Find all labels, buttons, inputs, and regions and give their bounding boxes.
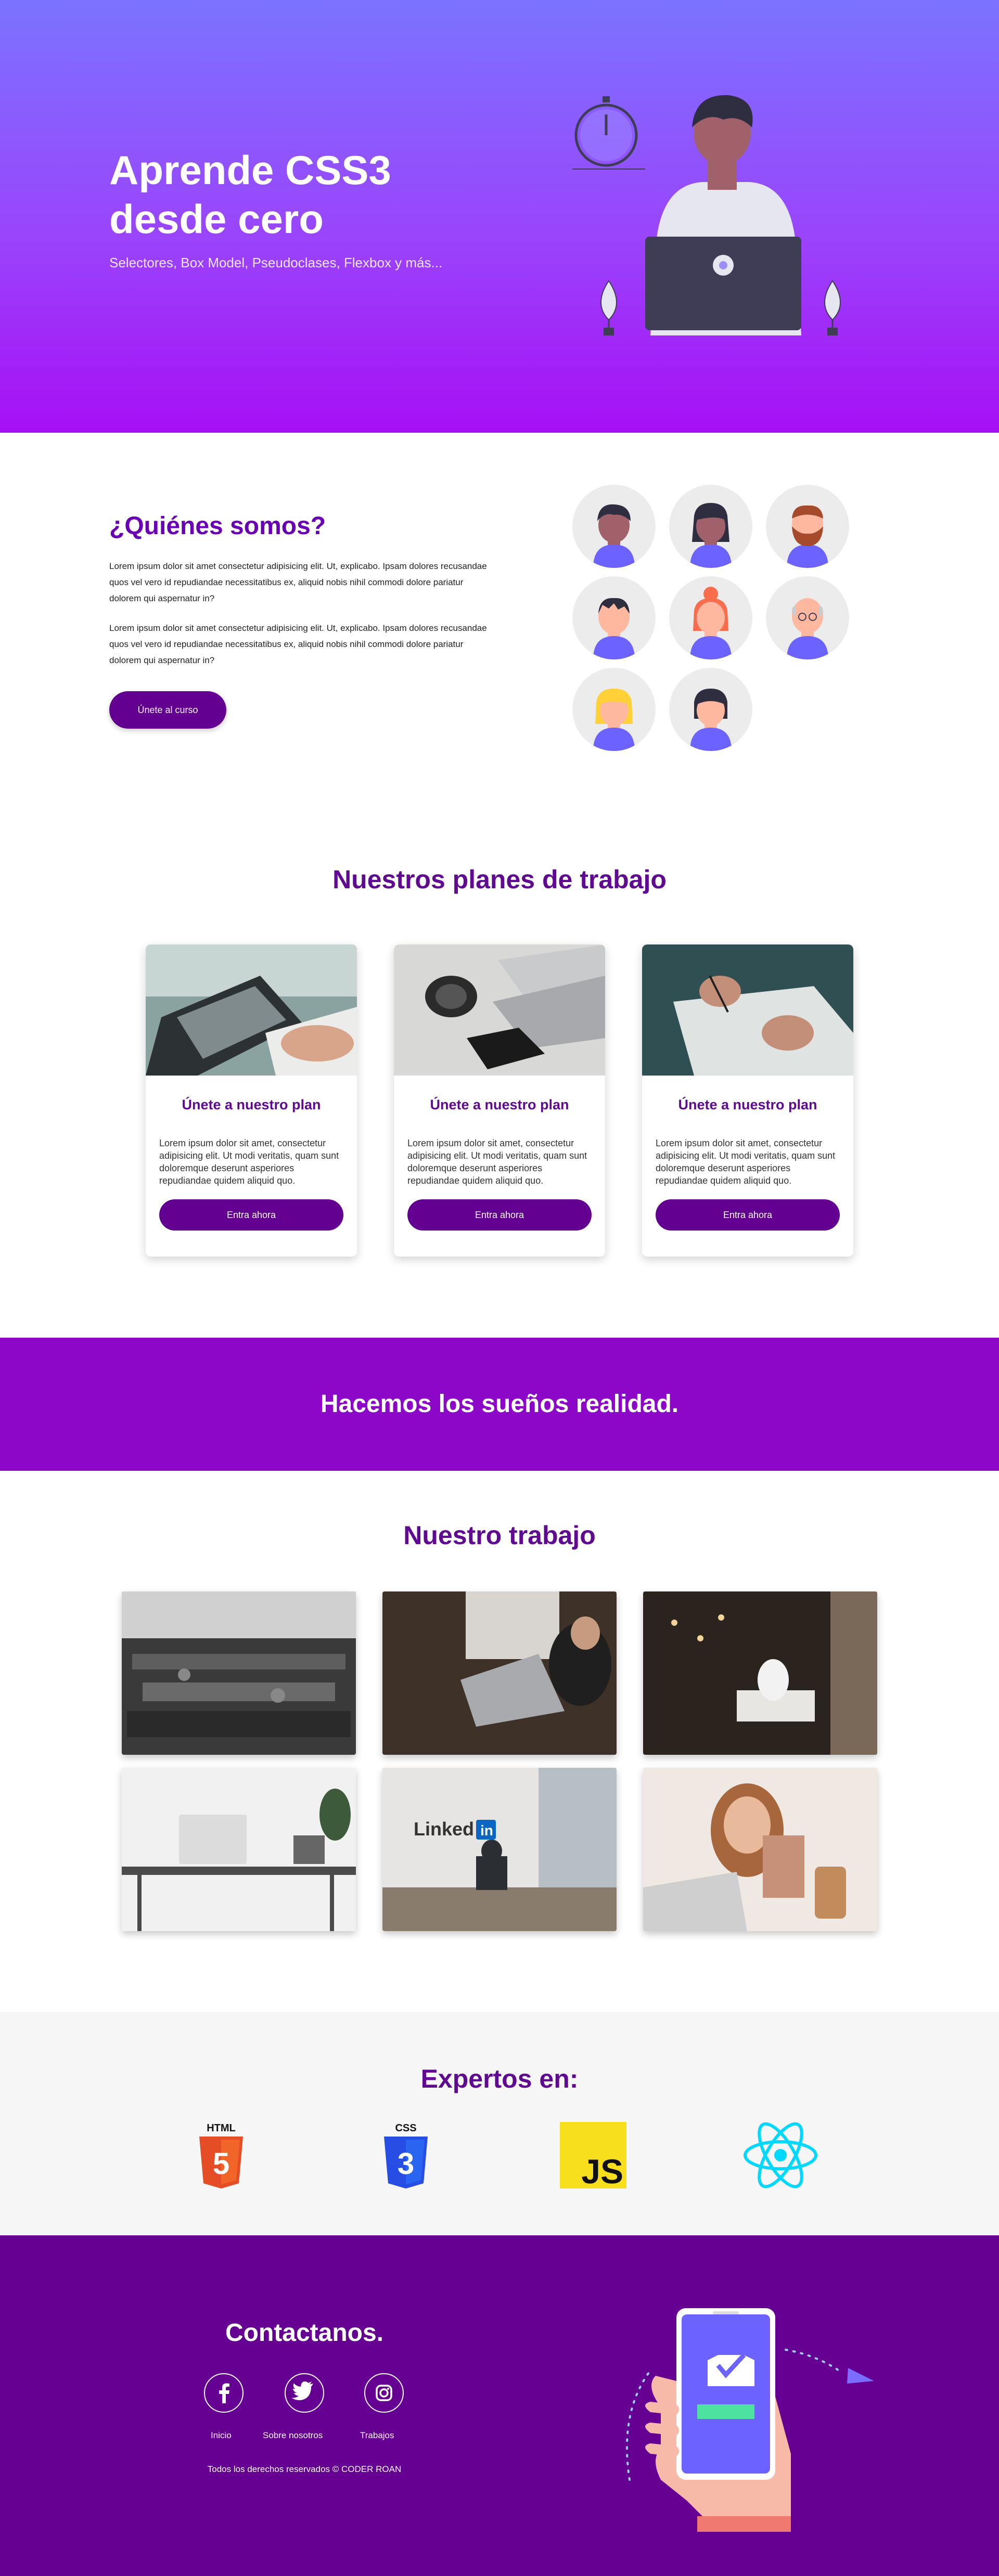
plan-card: Únete a nuestro plan Lorem ipsum dolor s… [394,944,605,1257]
hero-section: Aprende CSS3 desde cero Selectores, Box … [0,0,999,433]
plan-image-desk-laptop [394,944,605,1076]
plan-card: Únete a nuestro plan Lorem ipsum dolor s… [146,944,357,1257]
hero-subtitle: Selectores, Box Model, Pseudoclases, Fle… [109,255,443,270]
gallery-image-desk [122,1768,356,1931]
avatar [766,485,849,568]
javascript-logo: JS [560,2122,626,2189]
react-logo [744,2122,817,2189]
copyright-text: Todos los derechos reservados © CODER RO… [207,2464,402,2474]
gallery-image-laptop-man [382,1591,617,1755]
avatar [572,485,656,568]
svg-text:3: 3 [398,2147,414,2181]
hero-text: Aprende CSS3 desde cero Selectores, Box … [109,146,473,271]
join-course-button[interactable]: Únete al curso [109,691,226,729]
instagram-icon[interactable] [364,2373,404,2413]
footer-link-trabajos[interactable]: Trabajos [360,2430,394,2441]
developer-illustration [572,95,841,335]
about-section: ¿Quiénes somos? Lorem ipsum dolor sit am… [0,433,999,818]
experts-section: Expertos en: HTML 5 CSS 3 JS [0,2012,999,2235]
banner-section: Hacemos los sueños realidad. [0,1338,999,1471]
avatar [572,668,656,751]
plan-card: Únete a nuestro plan Lorem ipsum dolor s… [642,944,853,1257]
about-text: ¿Quiénes somos? Lorem ipsum dolor sit am… [109,512,489,729]
banner-text: Hacemos los sueños realidad. [320,1390,679,1418]
hero-title: Aprende CSS3 desde cero [109,147,391,242]
enter-now-button[interactable]: Entra ahora [407,1199,592,1231]
svg-text:in: in [480,1822,493,1839]
avatar [766,576,849,659]
gallery-image-office [122,1591,356,1755]
svg-text:CSS: CSS [395,2122,416,2134]
plans-section: Nuestros planes de trabajo Únete a nuest… [0,818,999,1338]
plan-image-writing-hands [642,944,853,1076]
gallery-image-cafe [643,1591,877,1755]
css3-logo: CSS 3 [384,2122,428,2189]
plan-image-laptop-work [146,944,357,1076]
plan-description: Lorem ipsum dolor sit amet, consectetur … [656,1138,836,1186]
avatar [669,576,752,659]
plant-left-icon [600,280,617,335]
laptop-icon [645,237,801,330]
plan-description: Lorem ipsum dolor sit amet, consectetur … [159,1138,339,1186]
contact-section: Contactanos. Inicio Sobre nosotros Traba… [0,2235,999,2576]
linkedin-logo: Linked [414,1818,474,1840]
enter-now-button[interactable]: Entra ahora [159,1199,343,1231]
plan-title: Únete a nuestro plan [430,1097,569,1112]
avatar [669,668,752,751]
enter-now-button[interactable]: Entra ahora [656,1199,840,1231]
footer-link-sobre-nosotros[interactable]: Sobre nosotros [263,2430,323,2441]
about-paragraph: Lorem ipsum dolor sit amet consectetur a… [109,561,487,603]
avatar [669,485,752,568]
twitter-icon[interactable] [285,2373,324,2413]
plans-title: Nuestros planes de trabajo [332,865,667,894]
contact-title: Contactanos. [225,2319,384,2347]
svg-text:HTML: HTML [207,2122,236,2134]
svg-text:JS: JS [581,2152,623,2189]
plan-description: Lorem ipsum dolor sit amet, consectetur … [407,1138,587,1186]
experts-title: Expertos en: [420,2064,579,2093]
avatar [572,576,656,659]
phone-illustration [626,2308,874,2532]
about-title: ¿Quiénes somos? [109,512,326,540]
gallery-image-woman-laptop [643,1768,877,1931]
work-section: Nuestro trabajo Linked in [0,1471,999,2012]
footer-link-inicio[interactable]: Inicio [211,2430,232,2441]
svg-text:5: 5 [213,2147,229,2181]
avatars-grid [572,485,853,766]
gallery-image-linkedin-office: Linked in [382,1768,617,1931]
work-title: Nuestro trabajo [403,1521,596,1550]
stopwatch-icon [572,96,645,170]
plan-title: Únete a nuestro plan [678,1097,817,1112]
about-paragraph: Lorem ipsum dolor sit amet consectetur a… [109,623,487,665]
facebook-icon[interactable] [204,2373,244,2413]
plant-right-icon [824,280,841,335]
html5-logo: HTML 5 [199,2122,243,2189]
plan-title: Únete a nuestro plan [182,1097,321,1112]
